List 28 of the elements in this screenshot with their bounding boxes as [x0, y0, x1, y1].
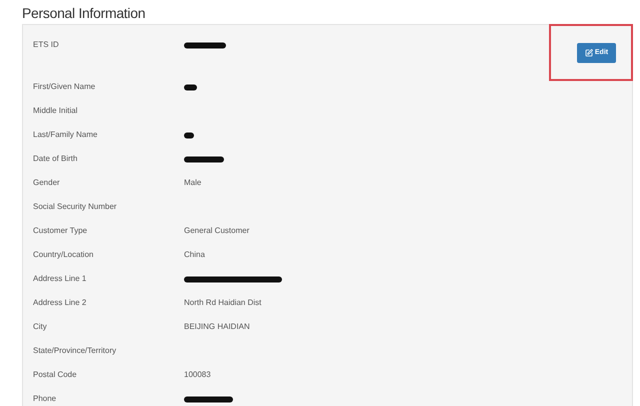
field-label: Last/Family Name	[33, 129, 98, 141]
field-label: Date of Birth	[33, 153, 78, 165]
field-value: BEIJING HAIDIAN	[184, 321, 250, 333]
field-label: Phone	[33, 393, 58, 405]
field-value: North Rd Haidian Dist	[184, 297, 262, 309]
field-label: State/Province/Territory	[33, 345, 118, 357]
redaction-mark	[184, 84, 197, 90]
field-value: Male	[184, 177, 202, 189]
field-label: Country/Location	[33, 249, 94, 261]
field-label: Social Security Number	[33, 201, 118, 213]
field-label: Gender	[33, 177, 61, 189]
redaction-mark	[184, 396, 233, 402]
section-title: Personal Information	[22, 4, 146, 22]
field-label: Middle Initial	[33, 105, 78, 117]
redaction-mark	[184, 156, 224, 162]
field-label: Postal Code	[33, 369, 78, 381]
field-value: General Customer	[184, 225, 250, 237]
field-label: First/Given Name	[33, 81, 96, 93]
field-label: Address Line 2	[33, 297, 88, 309]
field-value: China	[184, 249, 205, 261]
field-value: 100083	[184, 369, 211, 381]
field-label: City	[33, 321, 48, 333]
field-label: Address Line 1	[33, 273, 88, 285]
redaction-mark	[184, 42, 226, 48]
field-label: ETS ID	[33, 39, 60, 51]
field-label: Customer Type	[33, 225, 88, 237]
redaction-mark	[184, 132, 194, 138]
edit-icon	[584, 49, 593, 57]
